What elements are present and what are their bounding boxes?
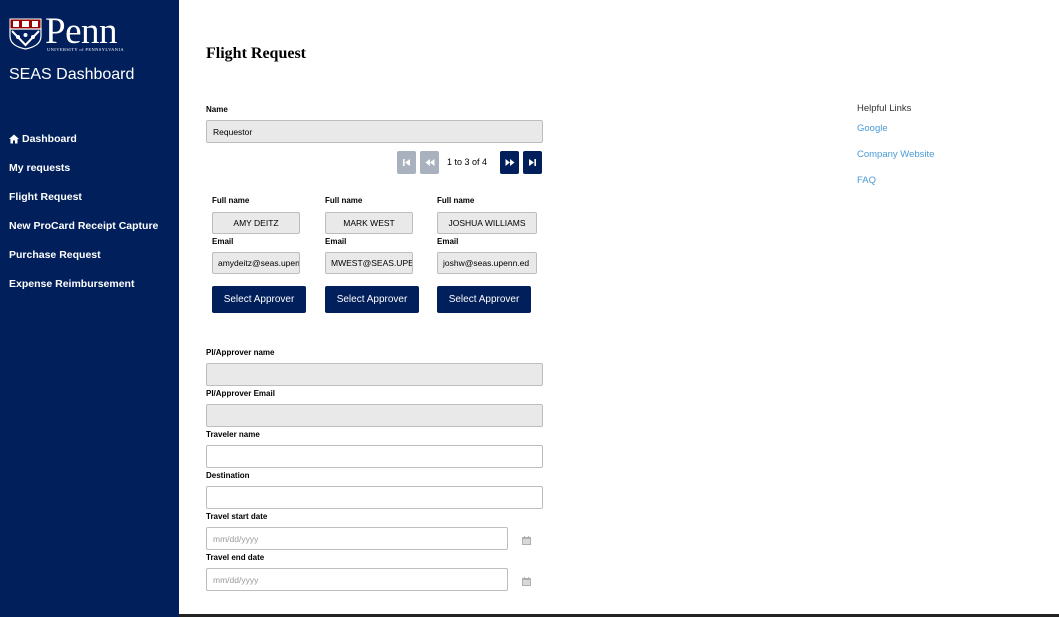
next-page-button[interactable] <box>500 151 519 174</box>
select-approver-button[interactable]: Select Approver <box>437 286 531 313</box>
approver-name: JOSHUA WILLIAMS <box>437 212 537 234</box>
logo-word: Penn <box>45 11 118 52</box>
approver-name: MARK WEST <box>325 212 413 234</box>
approver-email: joshw@seas.upenn.ed <box>437 252 537 274</box>
first-page-icon <box>403 159 410 166</box>
approver-email: amydeitz@seas.upenn <box>212 252 300 274</box>
last-page-button[interactable] <box>523 151 542 174</box>
link-faq[interactable]: FAQ <box>857 175 934 186</box>
email-label: Email <box>325 237 347 246</box>
full-name-label: Full name <box>325 196 363 205</box>
select-approver-button[interactable]: Select Approver <box>212 286 306 313</box>
sidebar-item-purchase-request[interactable]: Purchase Request <box>0 240 179 269</box>
penn-shield-icon <box>9 18 42 50</box>
sidebar-item-label: Flight Request <box>9 190 82 203</box>
pi-approver-email-field[interactable] <box>206 404 543 427</box>
sidebar-item-my-requests[interactable]: My requests <box>0 153 179 182</box>
full-name-label: Full name <box>212 196 250 205</box>
first-page-button[interactable] <box>397 151 416 174</box>
link-google[interactable]: Google <box>857 123 934 134</box>
pi-approver-name-field[interactable] <box>206 363 543 386</box>
name-label: Name <box>206 105 228 114</box>
previous-page-button[interactable] <box>420 151 439 174</box>
fast-forward-icon <box>505 159 514 166</box>
sidebar-nav: Dashboard My requests Flight Request New… <box>0 124 179 298</box>
app-title: SEAS Dashboard <box>9 66 135 83</box>
rewind-icon <box>425 159 434 166</box>
email-label: Email <box>212 237 234 246</box>
select-approver-button[interactable]: Select Approver <box>325 286 419 313</box>
calendar-icon[interactable] <box>522 536 531 545</box>
travel-end-date-label: Travel end date <box>206 553 265 562</box>
travel-start-date-input[interactable] <box>206 527 508 550</box>
helpful-links: Helpful Links Google Company Website FAQ <box>857 103 934 186</box>
sidebar-item-expense-reimbursement[interactable]: Expense Reimbursement <box>0 269 179 298</box>
travel-start-date-label: Travel start date <box>206 512 268 521</box>
sidebar-item-label: My requests <box>9 161 71 174</box>
sidebar: Penn UNIVERSITY of PENNSYLVANIA SEAS Das… <box>0 0 179 617</box>
last-page-icon <box>529 159 536 166</box>
traveler-name-label: Traveler name <box>206 430 260 439</box>
penn-logo[interactable]: Penn UNIVERSITY of PENNSYLVANIA <box>9 12 139 52</box>
full-name-label: Full name <box>437 196 475 205</box>
sidebar-item-label: New ProCard Receipt Capture <box>9 219 159 232</box>
traveler-name-input[interactable] <box>206 445 543 468</box>
pager-status: 1 to 3 of 4 <box>447 157 488 167</box>
sidebar-item-procard-receipt[interactable]: New ProCard Receipt Capture <box>0 211 179 240</box>
sidebar-item-label: Expense Reimbursement <box>9 277 135 290</box>
destination-label: Destination <box>206 471 250 480</box>
pi-approver-name-label: PI/Approver name <box>206 348 275 357</box>
calendar-icon[interactable] <box>522 577 531 586</box>
destination-input[interactable] <box>206 486 543 509</box>
home-icon <box>9 134 19 143</box>
approver-name: AMY DEITZ <box>212 212 300 234</box>
sidebar-item-label: Purchase Request <box>9 248 101 261</box>
helpful-links-heading: Helpful Links <box>857 103 912 114</box>
email-label: Email <box>437 237 459 246</box>
link-company-website[interactable]: Company Website <box>857 149 934 160</box>
pi-approver-email-label: PI/Approver Email <box>206 389 275 398</box>
sidebar-item-flight-request[interactable]: Flight Request <box>0 182 179 211</box>
sidebar-item-label: Dashboard <box>22 132 77 145</box>
travel-end-date-input[interactable] <box>206 568 508 591</box>
page-title: Flight Request <box>206 45 306 62</box>
sidebar-item-dashboard[interactable]: Dashboard <box>0 124 179 153</box>
name-field[interactable] <box>206 120 543 143</box>
approver-email: MWEST@SEAS.UPEI <box>325 252 413 274</box>
logo-subtitle: UNIVERSITY of PENNSYLVANIA <box>47 47 124 52</box>
